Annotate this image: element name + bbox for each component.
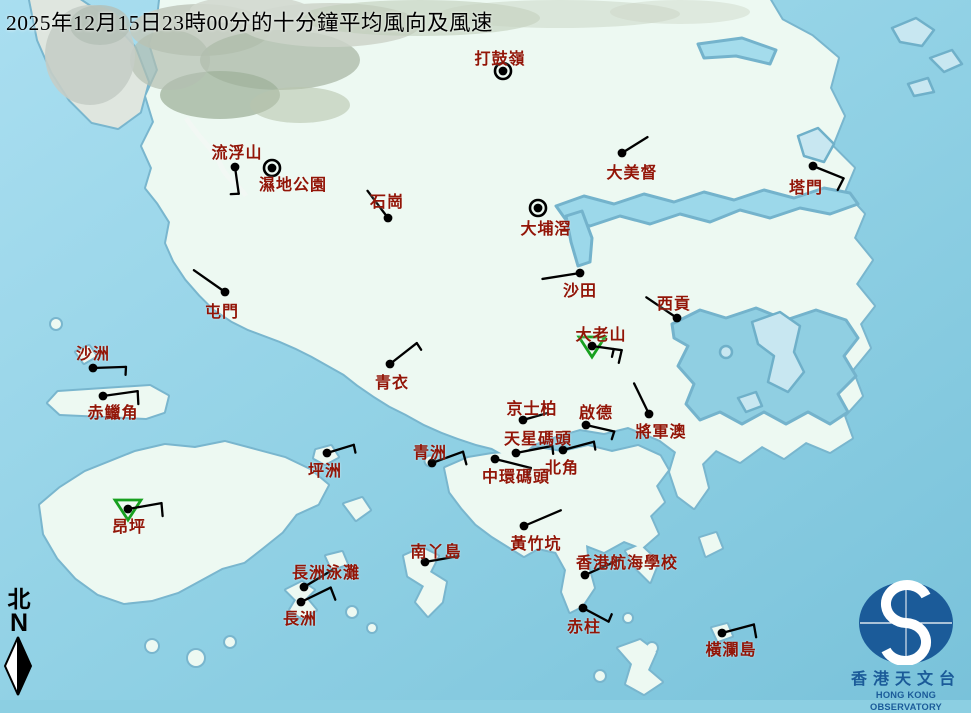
station-label-waglan-island: 橫瀾島 bbox=[705, 636, 756, 660]
station-label-north-point: 北角 bbox=[545, 454, 579, 478]
station-kai-tak bbox=[582, 421, 615, 440]
station-dot bbox=[89, 364, 98, 373]
station-label-peng-chau: 坪洲 bbox=[308, 457, 342, 481]
wind-map: 2025年12月15日23時00分的十分鐘平均風向及風速 打鼓嶺流浮山濕地公園石… bbox=[0, 0, 971, 700]
station-label-tai-po-kau: 大埔滘 bbox=[520, 215, 571, 239]
station-dot bbox=[809, 162, 818, 171]
north-arrow-icon bbox=[2, 635, 36, 697]
station-label-tates-cairn: 大老山 bbox=[575, 321, 626, 345]
station-label-ngong-ping: 昂坪 bbox=[112, 513, 146, 537]
station-label-wetland-park: 濕地公園 bbox=[259, 171, 327, 195]
hko-logo-chinese: 香港天文台 bbox=[843, 671, 969, 689]
station-label-tuen-mun: 屯門 bbox=[205, 298, 239, 322]
north-letter-label: N bbox=[2, 612, 36, 635]
station-label-sha-tin: 沙田 bbox=[563, 277, 597, 301]
station-wong-chuk-hang bbox=[520, 510, 561, 530]
station-label-lau-fau-shan: 流浮山 bbox=[211, 139, 262, 163]
stations-layer bbox=[0, 0, 971, 700]
station-dot bbox=[673, 314, 682, 323]
station-lau-fau-shan bbox=[231, 163, 240, 195]
station-label-stanley: 赤柱 bbox=[567, 613, 601, 637]
station-label-cheung-chau: 長洲 bbox=[283, 605, 317, 629]
station-label-shek-kong: 石崗 bbox=[370, 188, 404, 212]
station-label-sai-kung: 西貢 bbox=[657, 290, 691, 314]
station-peng-chau bbox=[323, 445, 356, 458]
hko-logo: 香港天文台 HONG KONG OBSERVATORY bbox=[843, 577, 969, 697]
station-label-tseung-kwan-o: 將軍澳 bbox=[635, 418, 686, 442]
station-dot bbox=[579, 604, 588, 613]
station-label-green-island: 青洲 bbox=[413, 439, 447, 463]
station-label-kings-park: 京士柏 bbox=[506, 395, 557, 419]
station-label-ta-kwu-ling: 打鼓嶺 bbox=[474, 45, 525, 69]
station-dot bbox=[221, 288, 230, 297]
station-label-lamma-island: 南丫島 bbox=[410, 538, 461, 562]
station-dot bbox=[386, 360, 395, 369]
station-tsing-yi bbox=[386, 343, 422, 368]
station-label-wong-chuk-hang: 黃竹坑 bbox=[510, 530, 561, 554]
station-dot bbox=[384, 214, 393, 223]
station-dot bbox=[534, 204, 543, 213]
hko-logo-english: HONG KONG OBSERVATORY bbox=[843, 689, 969, 713]
station-sha-chau bbox=[89, 364, 126, 375]
station-tseung-kwan-o bbox=[634, 383, 653, 418]
station-label-tai-mei-tuk: 大美督 bbox=[606, 159, 657, 183]
station-label-kai-tak: 啟德 bbox=[579, 399, 613, 423]
station-label-tap-mun: 塔門 bbox=[789, 174, 823, 198]
station-tai-po-kau bbox=[530, 200, 546, 216]
station-label-sha-chau: 沙洲 bbox=[76, 340, 110, 364]
station-dot bbox=[300, 583, 309, 592]
station-tai-mei-tuk bbox=[618, 137, 648, 157]
map-title: 2025年12月15日23時00分的十分鐘平均風向及風速 bbox=[6, 6, 493, 37]
station-tuen-mun bbox=[194, 270, 230, 296]
hko-logo-icon bbox=[843, 577, 969, 665]
station-label-chek-lap-kok: 赤鱲角 bbox=[87, 399, 138, 423]
station-label-hk-sea-school: 香港航海學校 bbox=[576, 549, 678, 573]
north-compass: 北 N bbox=[2, 588, 36, 702]
station-label-cheung-chau-beach: 長洲泳灘 bbox=[292, 559, 360, 583]
station-dot bbox=[231, 163, 240, 172]
station-label-star-ferry: 天星碼頭 bbox=[504, 425, 572, 449]
station-label-central-pier: 中環碼頭 bbox=[482, 463, 550, 487]
station-dot bbox=[618, 149, 627, 158]
station-dot bbox=[512, 449, 521, 458]
station-label-tsing-yi: 青衣 bbox=[375, 369, 409, 393]
